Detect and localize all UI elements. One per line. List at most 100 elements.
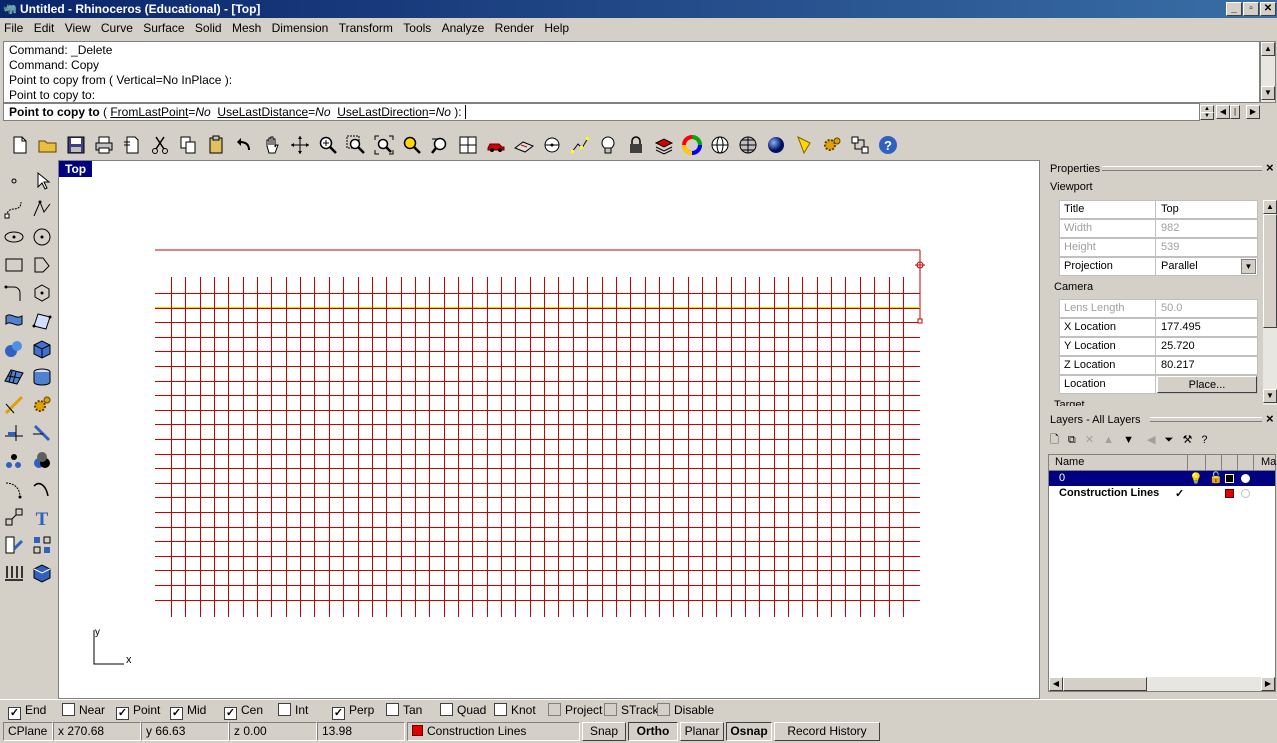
rebuild-curve-icon[interactable] (1, 476, 27, 502)
print-icon[interactable] (92, 133, 116, 157)
undo-icon[interactable] (232, 133, 256, 157)
move-parent-icon[interactable]: ◀ (1147, 434, 1155, 446)
object-snap-icon[interactable] (540, 133, 564, 157)
select-points-icon[interactable] (568, 133, 592, 157)
checkbox[interactable] (604, 703, 617, 716)
layer-name[interactable]: Construction Lines (1059, 487, 1159, 499)
open-file-icon[interactable] (36, 133, 60, 157)
osnap-end[interactable]: ✓ End (8, 703, 46, 720)
spin-down-icon[interactable]: ▼ (1200, 112, 1214, 120)
menu-surface[interactable]: Surface (139, 18, 187, 36)
scroll-up-icon[interactable]: ▲ (1261, 42, 1275, 56)
move-up-icon[interactable]: ▲ (1103, 434, 1114, 446)
copy-icon[interactable] (176, 133, 200, 157)
z-location-row[interactable]: Z Location 80.217 (1059, 356, 1258, 375)
page-setup-icon[interactable] (120, 133, 144, 157)
checkbox[interactable]: ✓ (116, 707, 129, 720)
option-from-last-point[interactable]: FromLastPoint (110, 105, 188, 119)
chevron-down-icon[interactable]: ▼ (1241, 259, 1256, 274)
undo-view-change-icon[interactable] (428, 133, 452, 157)
osnap-toggle[interactable]: Osnap (726, 722, 772, 741)
new-sublayer-icon[interactable]: ⧉ (1068, 434, 1076, 446)
pan-hand-icon[interactable] (260, 133, 284, 157)
zoom-dynamic-icon[interactable] (316, 133, 340, 157)
scroll-down-icon[interactable]: ▼ (1261, 86, 1275, 100)
scroll-right-icon[interactable]: ▶ (1261, 677, 1275, 691)
wireframe-icon[interactable] (708, 133, 732, 157)
menu-transform[interactable]: Transform (335, 18, 396, 36)
option-use-last-direction[interactable]: UseLastDirection (337, 105, 428, 119)
scroll-thumb[interactable] (1263, 214, 1277, 328)
history-prev-icon[interactable]: ◀ (1216, 105, 1230, 119)
mesh-plane-icon[interactable] (1, 364, 27, 390)
layer-icon[interactable] (652, 133, 676, 157)
array-icon[interactable] (1, 560, 27, 586)
zoom-extents-icon[interactable] (372, 133, 396, 157)
block-icon[interactable] (29, 560, 55, 586)
scale-icon[interactable] (1, 504, 27, 530)
curve-icon[interactable] (1, 196, 27, 222)
help-icon[interactable]: ? (1201, 434, 1207, 446)
delete-layer-icon[interactable]: ✕ (1085, 434, 1094, 446)
save-icon[interactable] (64, 133, 88, 157)
record-history-toggle[interactable]: Record History (774, 722, 880, 741)
four-viewports-icon[interactable] (456, 133, 480, 157)
properties-scrollbar[interactable]: ▲ ▼ (1263, 200, 1277, 405)
checkbox[interactable] (657, 703, 670, 716)
zoom-window-icon[interactable] (344, 133, 368, 157)
cut-icon[interactable] (148, 133, 172, 157)
history-next-icon[interactable]: ▶ (1246, 105, 1260, 119)
menu-curve[interactable]: Curve (97, 18, 136, 36)
menu-mesh[interactable]: Mesh (228, 18, 264, 36)
command-history-scrollbar[interactable]: ▲ ▼ (1260, 41, 1276, 103)
cplane-icon[interactable] (512, 133, 536, 157)
panel-grip[interactable] (1102, 166, 1262, 171)
checkbox[interactable] (440, 703, 453, 716)
ortho-toggle[interactable]: Ortho (628, 722, 678, 741)
zoom-selected-icon[interactable] (400, 133, 424, 157)
scroll-down-icon[interactable]: ▼ (1263, 389, 1277, 403)
rotate-view-icon[interactable] (288, 133, 312, 157)
layer-list-hscrollbar[interactable]: ◀ ▶ (1049, 677, 1275, 691)
orient-icon[interactable] (1, 532, 27, 558)
lock-icon[interactable] (624, 133, 648, 157)
select-arrow-icon[interactable] (29, 168, 55, 194)
properties-close-icon[interactable]: × (1266, 160, 1274, 175)
points-cloud-icon[interactable] (1, 448, 27, 474)
transform-gear-icon[interactable] (29, 392, 55, 418)
menu-file[interactable]: File (0, 18, 26, 36)
shaded-icon[interactable] (736, 133, 760, 157)
options-gear-icon[interactable] (820, 133, 844, 157)
document-properties-icon[interactable] (848, 133, 872, 157)
checkbox[interactable] (278, 703, 291, 716)
minimize-button[interactable]: _ (1226, 2, 1242, 16)
osnap-near[interactable]: Near (62, 703, 105, 717)
color-wheel-icon[interactable] (680, 133, 704, 157)
rectangle-icon[interactable] (1, 252, 27, 278)
car-perspective-icon[interactable] (484, 133, 508, 157)
material-swatch[interactable] (1241, 489, 1250, 498)
render-sphere-icon[interactable] (764, 133, 788, 157)
construction-lines-grid[interactable] (59, 161, 1039, 698)
group-icon[interactable] (29, 532, 55, 558)
osnap-mid[interactable]: ✓ Mid (170, 703, 206, 720)
checkbox[interactable]: ✓ (224, 707, 237, 720)
checkbox[interactable]: ✓ (8, 707, 21, 720)
point-icon[interactable] (1, 168, 27, 194)
circle-icon[interactable] (29, 224, 55, 250)
spotlight-icon[interactable] (792, 133, 816, 157)
surface-loft-icon[interactable] (1, 308, 27, 334)
menu-help[interactable]: Help (540, 18, 572, 36)
filter-icon[interactable]: ⏷ (1165, 434, 1174, 446)
split-icon[interactable] (1, 420, 27, 446)
osnap-tan[interactable]: Tan (386, 703, 422, 717)
checkbox[interactable] (386, 703, 399, 716)
mesh-cylinder-icon[interactable] (29, 364, 55, 390)
x-location-row[interactable]: X Location 177.495 (1059, 318, 1258, 337)
osnap-knot[interactable]: Knot (494, 703, 536, 717)
scroll-thumb[interactable] (1063, 677, 1147, 691)
material-swatch[interactable] (1241, 474, 1250, 483)
place-button[interactable]: Place... (1157, 376, 1257, 393)
boolean-icon[interactable] (29, 448, 55, 474)
osnap-point[interactable]: ✓ Point (116, 703, 160, 720)
